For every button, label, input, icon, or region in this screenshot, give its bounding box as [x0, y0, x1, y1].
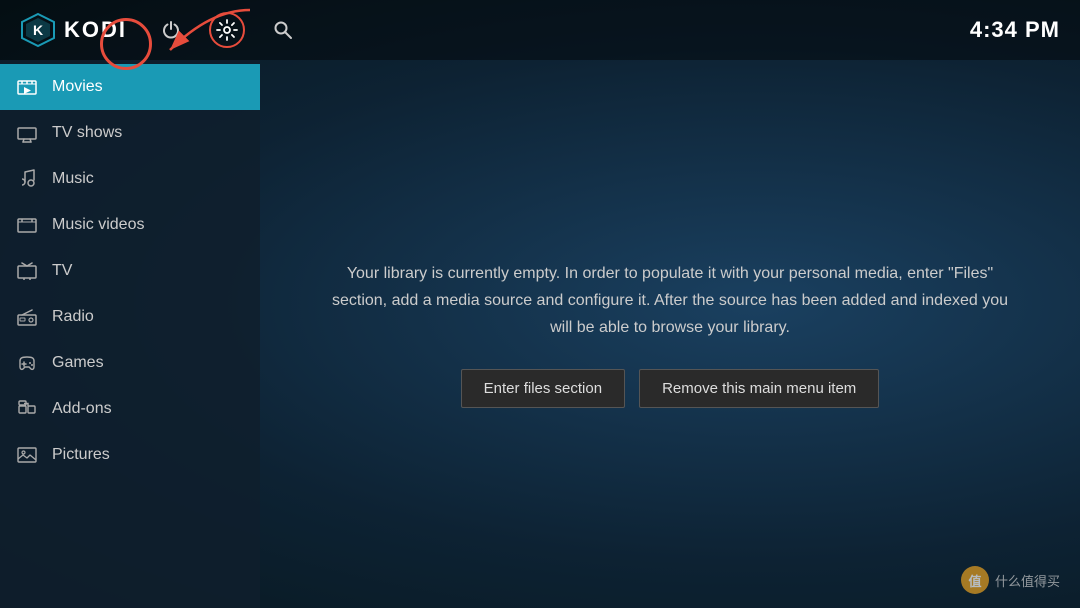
- topbar: K KODI: [0, 0, 1080, 60]
- svg-text:K: K: [33, 22, 43, 38]
- sidebar-label-radio: Radio: [52, 308, 94, 326]
- sidebar-label-tvshows: TV shows: [52, 124, 122, 142]
- sidebar-item-musicvideos[interactable]: Music videos: [0, 202, 260, 248]
- kodi-brand-icon: K: [20, 12, 56, 48]
- sidebar-item-tvshows[interactable]: TV shows: [0, 110, 260, 156]
- sidebar-label-games: Games: [52, 354, 104, 372]
- action-buttons: Enter files section Remove this main men…: [330, 369, 1010, 408]
- addons-icon: [16, 398, 38, 420]
- sidebar-item-tv[interactable]: TV: [0, 248, 260, 294]
- sidebar-label-pictures: Pictures: [52, 446, 110, 464]
- remove-menu-item-button[interactable]: Remove this main menu item: [639, 369, 879, 408]
- sidebar-item-games[interactable]: Games: [0, 340, 260, 386]
- search-icon: [273, 20, 293, 40]
- content-area: Your library is currently empty. In orde…: [260, 60, 1080, 608]
- sidebar-label-music: Music: [52, 170, 94, 188]
- power-icon: [161, 20, 181, 40]
- settings-button[interactable]: [209, 12, 245, 48]
- games-icon: [16, 352, 38, 374]
- sidebar: Movies TV shows: [0, 60, 260, 608]
- sidebar-label-musicvideos: Music videos: [52, 216, 144, 234]
- radio-icon: [16, 306, 38, 328]
- topbar-icons: [153, 12, 301, 48]
- kodi-logo: K KODI: [20, 12, 127, 48]
- sidebar-item-pictures[interactable]: Pictures: [0, 432, 260, 478]
- sidebar-item-music[interactable]: Music: [0, 156, 260, 202]
- power-button[interactable]: [153, 12, 189, 48]
- pictures-icon: [16, 444, 38, 466]
- search-button[interactable]: [265, 12, 301, 48]
- sidebar-item-movies[interactable]: Movies: [0, 64, 260, 110]
- app-title: KODI: [64, 17, 127, 43]
- main-layout: Movies TV shows: [0, 60, 1080, 608]
- empty-library-message: Your library is currently empty. In orde…: [330, 260, 1010, 342]
- tvshows-icon: [16, 122, 38, 144]
- music-icon: [16, 168, 38, 190]
- enter-files-button[interactable]: Enter files section: [461, 369, 625, 408]
- tv-icon: [16, 260, 38, 282]
- movies-icon: [16, 76, 38, 98]
- content-inner: Your library is currently empty. In orde…: [330, 260, 1010, 409]
- sidebar-item-addons[interactable]: Add-ons: [0, 386, 260, 432]
- sidebar-label-tv: TV: [52, 262, 72, 280]
- sidebar-label-movies: Movies: [52, 78, 103, 96]
- topbar-left: K KODI: [20, 12, 301, 48]
- sidebar-item-radio[interactable]: Radio: [0, 294, 260, 340]
- sidebar-label-addons: Add-ons: [52, 400, 112, 418]
- settings-icon: [216, 19, 238, 41]
- clock: 4:34 PM: [970, 17, 1060, 43]
- musicvideos-icon: [16, 214, 38, 236]
